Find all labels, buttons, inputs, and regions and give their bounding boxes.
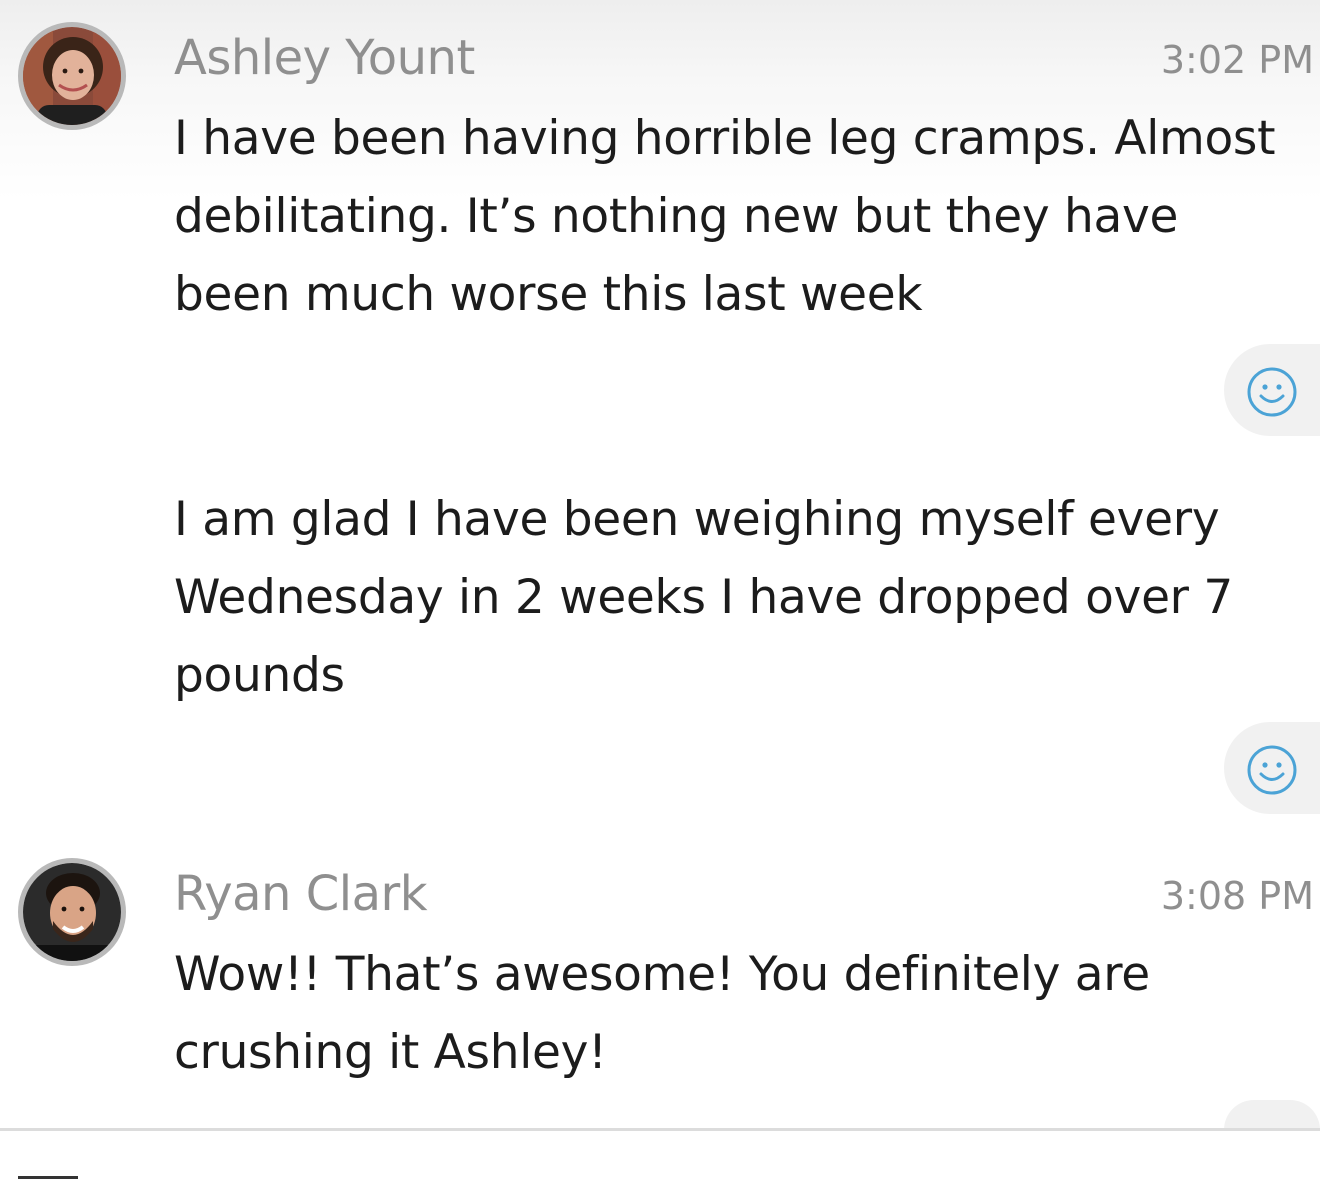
message-text: I am glad I have been weighing myself ev… <box>174 492 1233 703</box>
message-text: Wow!! That’s awesome! You definitely are… <box>174 947 1150 1080</box>
sender-name: Ryan Clark <box>174 866 428 922</box>
avatar-photo-icon <box>23 863 121 961</box>
message-timestamp: 3:08 PM <box>1160 874 1314 918</box>
avatar-photo-icon <box>23 27 121 125</box>
smiley-face-icon <box>1247 367 1297 417</box>
sender-name: Ashley Yount <box>174 30 475 86</box>
add-reaction-button[interactable] <box>1224 1100 1320 1130</box>
composer-edge <box>18 1176 78 1179</box>
smiley-face-icon <box>1247 745 1297 795</box>
message-timestamp: 3:02 PM <box>1160 38 1314 82</box>
avatar[interactable] <box>18 858 126 966</box>
message-text: I have been having horrible leg cramps. … <box>174 111 1276 322</box>
avatar[interactable] <box>18 22 126 130</box>
add-reaction-button[interactable] <box>1224 344 1320 436</box>
add-reaction-button[interactable] <box>1224 722 1320 814</box>
composer-divider <box>0 1128 1320 1131</box>
